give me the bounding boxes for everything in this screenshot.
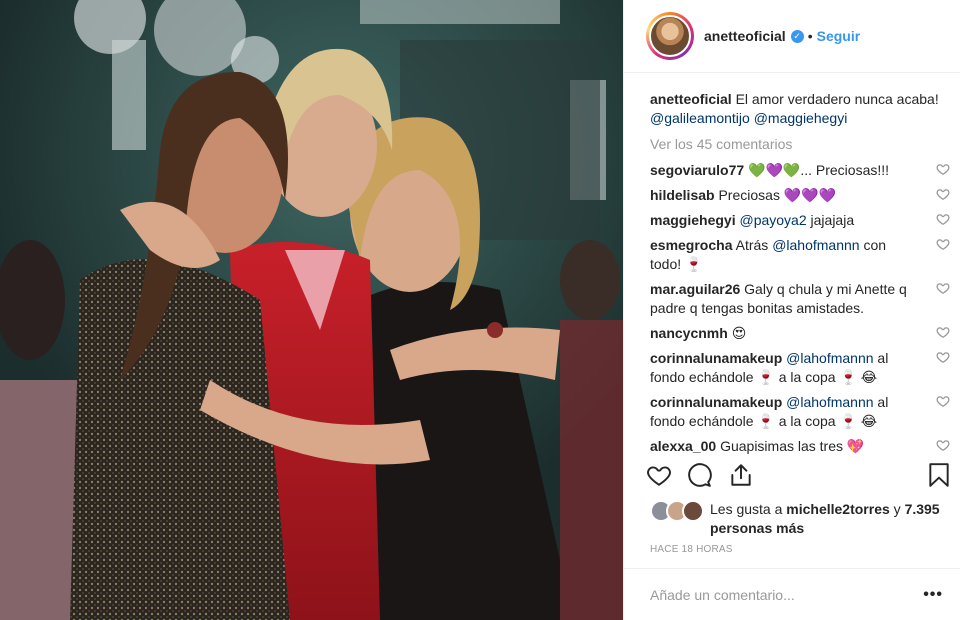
comment-like-heart-icon[interactable] xyxy=(936,438,950,452)
comment-like-heart-icon[interactable] xyxy=(936,162,950,176)
post-caption: anetteoficial El amor verdadero nunca ac… xyxy=(650,90,950,128)
comment-like-heart-icon[interactable] xyxy=(936,325,950,339)
comment-mention[interactable]: @lahofmannn xyxy=(786,350,873,366)
header-separator: • xyxy=(807,28,813,44)
comment-row: mar.aguilar26 Galy q chula y mi Anette q… xyxy=(650,280,950,318)
caption-text: El amor verdadero nunca acaba! xyxy=(735,91,939,107)
verified-badge-icon: ✓ xyxy=(790,29,804,43)
comment-username[interactable]: maggiehegyi xyxy=(650,212,736,228)
comment-username[interactable]: corinnalunamakeup xyxy=(650,350,782,366)
profile-avatar[interactable] xyxy=(646,12,694,60)
more-options-icon[interactable]: ••• xyxy=(923,586,943,604)
comment-row: nancycnmh 😍 xyxy=(650,324,950,343)
view-all-comments-link[interactable]: Ver los 45 comentarios xyxy=(650,136,950,152)
likes-text: Les gusta a michelle2torres y 7.395 pers… xyxy=(710,500,940,538)
comment-rows: segoviarulo77 💚💜💚... Preciosas!!! hildeli… xyxy=(650,161,950,454)
comment-mention[interactable]: @payoya2 xyxy=(739,212,806,228)
comment-like-heart-icon[interactable] xyxy=(936,237,950,251)
caption-mention[interactable]: @galileamontijo xyxy=(650,110,750,126)
comment-row: corinnalunamakeup @lahofmannn al fondo e… xyxy=(650,349,950,387)
caption-username[interactable]: anetteoficial xyxy=(650,91,732,107)
comment-row: hildelisab Preciosas 💜💜💜 xyxy=(650,186,950,205)
likes-prefix: Les gusta a xyxy=(710,501,783,517)
photo-illustration xyxy=(0,0,623,620)
add-comment-bar: ••• xyxy=(624,568,960,620)
comment-username[interactable]: segoviarulo77 xyxy=(650,162,744,178)
comment-text: jajajaja xyxy=(806,212,855,228)
comment-like-heart-icon[interactable] xyxy=(936,212,950,226)
comment-row: alexxa_00 Guapisimas las tres 💖 xyxy=(650,437,950,454)
comment-mention[interactable]: @lahofmannn xyxy=(772,237,859,253)
likes-user-link[interactable]: michelle2torres xyxy=(786,501,890,517)
comment-input[interactable] xyxy=(650,586,924,603)
post-timestamp[interactable]: HACE 18 HORAS xyxy=(650,544,733,555)
comment-row: maggiehegyi @payoya2 jajajaja xyxy=(650,211,950,230)
action-bar xyxy=(646,462,951,492)
comment-username[interactable]: alexxa_00 xyxy=(650,438,716,454)
comment-row: corinnalunamakeup @lahofmannn al fondo e… xyxy=(650,393,950,431)
likes-middle: y xyxy=(893,501,901,517)
header-username[interactable]: anetteoficial xyxy=(704,28,786,44)
likes-summary: Les gusta a michelle2torres y 7.395 pers… xyxy=(650,500,940,538)
caption-mention[interactable]: @maggiehegyi xyxy=(754,110,848,126)
comment-text: Guapisimas las tres 💖 xyxy=(720,438,865,454)
post-photo[interactable] xyxy=(0,0,623,620)
follow-button[interactable]: Seguir xyxy=(817,28,861,44)
comment-text: 💚💜💚... Preciosas!!! xyxy=(748,162,890,178)
heart-icon[interactable] xyxy=(646,462,672,488)
comment-like-heart-icon[interactable] xyxy=(936,187,950,201)
share-icon[interactable] xyxy=(728,462,754,488)
side-panel: anetteoficial ✓ • Seguir anetteoficial E… xyxy=(623,0,960,620)
comment-row: segoviarulo77 💚💜💚... Preciosas!!! xyxy=(650,161,950,180)
comment-like-heart-icon[interactable] xyxy=(936,281,950,295)
comment-username[interactable]: nancycnmh xyxy=(650,325,728,341)
comment-text: 😍 xyxy=(731,325,747,341)
post-header: anetteoficial ✓ • Seguir xyxy=(624,0,960,73)
comment-username[interactable]: esmegrocha xyxy=(650,237,732,253)
comment-icon[interactable] xyxy=(686,462,712,488)
comment-mention[interactable]: @lahofmannn xyxy=(786,394,873,410)
comment-row: esmegrocha Atrás @lahofmannn con todo! 🍷 xyxy=(650,236,950,274)
likers-avatars xyxy=(650,500,710,522)
comment-text: Atrás xyxy=(735,237,773,253)
comment-like-heart-icon[interactable] xyxy=(936,394,950,408)
comment-username[interactable]: corinnalunamakeup xyxy=(650,394,782,410)
comment-username[interactable]: hildelisab xyxy=(650,187,715,203)
instagram-post: anetteoficial ✓ • Seguir anetteoficial E… xyxy=(0,0,960,620)
comments-list[interactable]: anetteoficial El amor verdadero nunca ac… xyxy=(650,90,950,454)
comment-text: Preciosas 💜💜💜 xyxy=(718,187,837,203)
bookmark-icon[interactable] xyxy=(926,462,952,488)
comment-username[interactable]: mar.aguilar26 xyxy=(650,281,740,297)
comment-like-heart-icon[interactable] xyxy=(936,350,950,364)
avatar-image xyxy=(649,15,691,57)
liker-avatar xyxy=(682,500,704,522)
